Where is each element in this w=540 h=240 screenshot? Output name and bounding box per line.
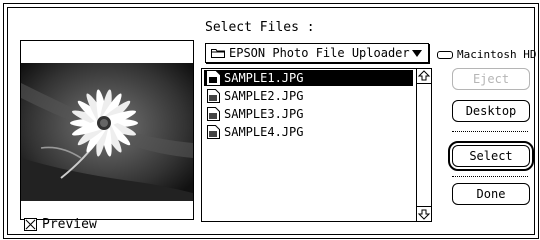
scroll-up-icon[interactable] bbox=[417, 69, 431, 84]
folder-popup-menu[interactable]: EPSON Photo File Uploader bbox=[205, 43, 429, 63]
document-icon bbox=[207, 89, 220, 103]
document-icon bbox=[207, 71, 220, 85]
file-list-item[interactable]: SAMPLE3.JPG bbox=[204, 106, 413, 122]
scrollbar[interactable] bbox=[416, 69, 431, 221]
volume-label: Macintosh HD bbox=[457, 48, 537, 61]
file-name: SAMPLE3.JPG bbox=[224, 107, 304, 121]
file-name: SAMPLE4.JPG bbox=[224, 125, 304, 139]
checkbox-checked-icon[interactable] bbox=[24, 218, 37, 231]
preview-checkbox[interactable]: Preview bbox=[24, 217, 97, 232]
separator bbox=[452, 176, 528, 177]
select-button[interactable]: Select bbox=[448, 141, 534, 171]
file-name: SAMPLE1.JPG bbox=[224, 71, 304, 85]
file-list-item[interactable]: SAMPLE2.JPG bbox=[204, 88, 413, 104]
document-icon bbox=[207, 107, 220, 121]
folder-popup-label: EPSON Photo File Uploader bbox=[229, 46, 410, 60]
eject-button[interactable]: Eject bbox=[452, 68, 530, 90]
preview-label: Preview bbox=[42, 217, 97, 232]
desktop-button[interactable]: Desktop bbox=[452, 100, 530, 122]
file-name: SAMPLE2.JPG bbox=[224, 89, 304, 103]
file-list-item[interactable]: SAMPLE1.JPG bbox=[204, 70, 413, 86]
volume-indicator[interactable]: Macintosh HD bbox=[437, 48, 536, 61]
file-list[interactable]: SAMPLE1.JPG SAMPLE2.JPG SAMPLE3.JPG SAMP… bbox=[201, 68, 432, 222]
separator bbox=[452, 131, 528, 132]
file-list-item[interactable]: SAMPLE4.JPG bbox=[204, 124, 413, 140]
preview-image bbox=[21, 63, 193, 201]
preview-pane bbox=[20, 40, 194, 220]
folder-icon bbox=[211, 49, 225, 58]
done-button[interactable]: Done bbox=[452, 183, 530, 205]
document-icon bbox=[207, 125, 220, 139]
scroll-down-icon[interactable] bbox=[417, 206, 431, 221]
chevron-down-icon bbox=[412, 49, 422, 57]
disk-icon bbox=[437, 50, 453, 59]
select-files-label: Select Files : bbox=[205, 20, 315, 35]
